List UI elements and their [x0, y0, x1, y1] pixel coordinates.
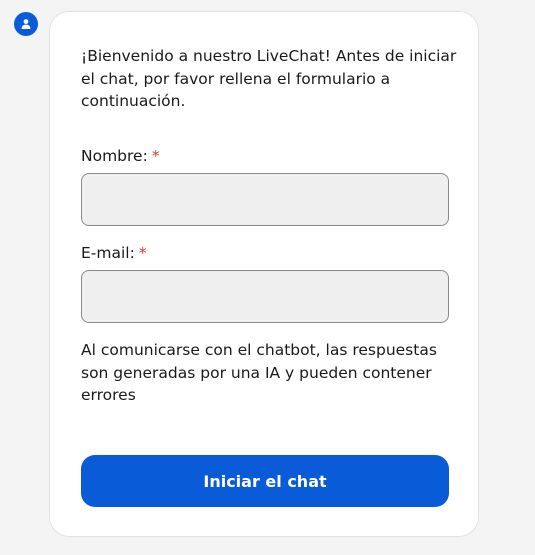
email-input[interactable]: [81, 270, 449, 323]
required-marker: *: [138, 244, 147, 262]
name-label: Nombre: *: [81, 146, 160, 166]
prechat-form-card: ¡Bienvenido a nuestro LiveChat! Antes de…: [49, 11, 479, 537]
email-label: E-mail: *: [81, 243, 147, 263]
bot-avatar: [14, 12, 38, 36]
name-label-text: Nombre:: [81, 147, 148, 165]
user-icon: [21, 19, 31, 29]
welcome-message: ¡Bienvenido a nuestro LiveChat! Antes de…: [81, 47, 457, 110]
ai-disclaimer: Al comunicarse con el chatbot, las respu…: [81, 341, 437, 404]
required-marker: *: [151, 147, 160, 165]
start-chat-button[interactable]: Iniciar el chat: [81, 455, 449, 507]
email-label-text: E-mail:: [81, 244, 135, 262]
name-input[interactable]: [81, 173, 449, 226]
